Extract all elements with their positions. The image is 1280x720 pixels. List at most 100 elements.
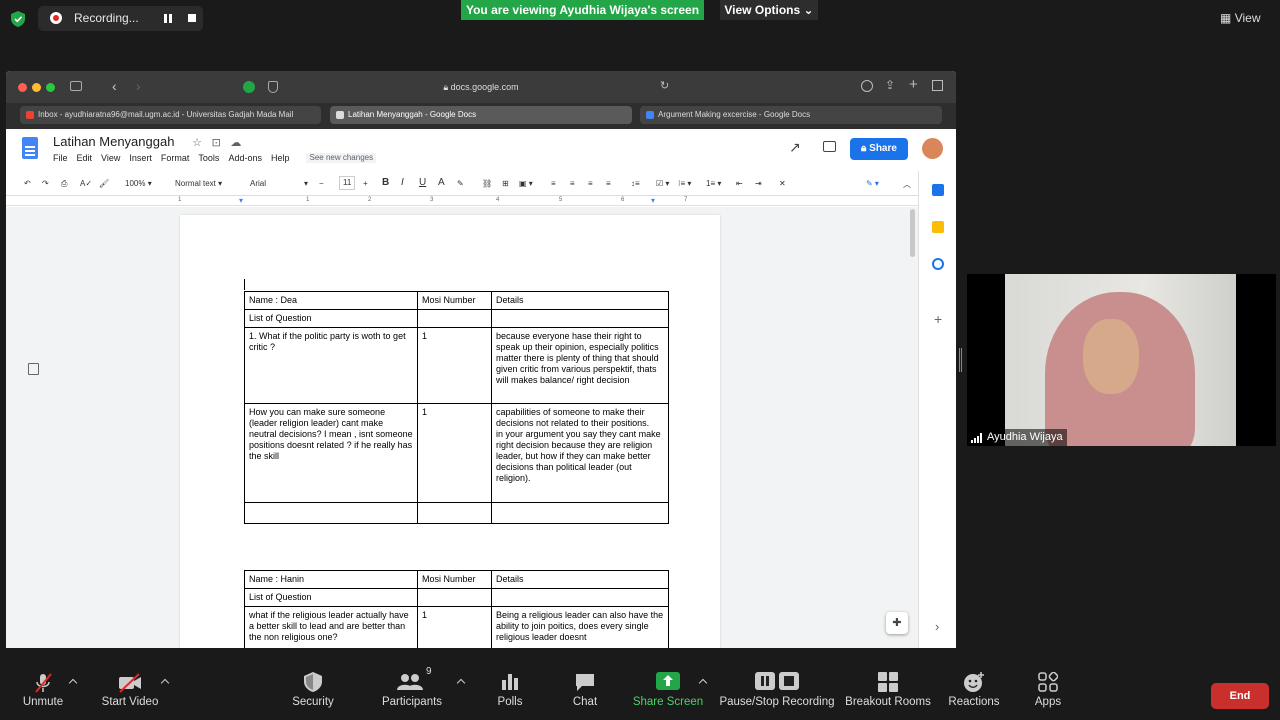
share-icon[interactable]: ⇪ [885,78,895,92]
back-icon[interactable]: ‹ [112,78,117,94]
decrease-font-size-button[interactable]: − [319,179,324,188]
indent-marker-icon[interactable]: ▾ [239,196,243,205]
underline-icon[interactable]: U [419,177,426,188]
table-cell[interactable]: Mosi Number [417,570,492,589]
align-left-icon[interactable]: ≡ [551,179,556,188]
table-cell[interactable]: Name : Hanin [244,570,418,589]
checklist-icon[interactable]: ☑ ▾ [656,179,669,188]
table-cell[interactable]: 1. What if the politic party is woth to … [244,327,418,404]
polls-button[interactable]: Polls [490,672,530,708]
document-page[interactable]: Name : Dea Mosi Number Details List of Q… [180,215,720,648]
privacy-shield-icon[interactable] [268,81,278,93]
new-tab-icon[interactable]: + [909,76,918,93]
font-size-input[interactable]: 11 [339,176,356,190]
collapse-toolbar-icon[interactable]: ︿ [903,179,911,190]
align-center-icon[interactable]: ≡ [570,179,575,188]
right-indent-marker-icon[interactable]: ▾ [651,196,655,205]
table-cell[interactable]: Mosi Number [417,291,492,310]
add-on-plus-icon[interactable]: + [934,311,942,327]
increase-font-size-button[interactable]: + [363,179,368,188]
docs-logo-icon[interactable] [22,137,38,159]
address-bar[interactable]: 🔒︎ docs.google.com [406,79,556,95]
table-cell[interactable]: 1 [417,403,492,503]
table-cell[interactable] [491,588,669,607]
document-outline-icon[interactable] [28,363,39,375]
comments-icon[interactable] [823,141,836,152]
table-cell[interactable]: 1 [417,327,492,404]
question-table-dea[interactable]: Name : Dea Mosi Number Details List of Q… [244,291,669,524]
start-video-button[interactable]: Start Video [98,672,162,708]
unmute-button[interactable]: Unmute [14,672,72,708]
share-button[interactable]: 🔒︎ Share [850,138,908,160]
vertical-scrollbar[interactable] [910,209,915,257]
clear-formatting-icon[interactable]: ✕ [779,179,786,188]
video-options-caret-icon[interactable] [160,678,170,688]
spellcheck-icon[interactable]: A✓ [80,179,92,188]
participants-button[interactable]: 9 Participants [380,666,444,708]
menu-edit[interactable]: Edit [77,153,93,163]
bullet-list-icon[interactable]: ⁝≡ ▾ [678,179,691,188]
table-cell[interactable] [417,502,492,524]
menu-insert[interactable]: Insert [129,153,152,163]
paint-format-icon[interactable]: 🖌︎ [99,179,109,188]
add-comment-icon[interactable]: ⊞ [502,179,509,188]
apps-button[interactable]: Apps [1028,671,1068,708]
table-cell[interactable] [491,309,669,328]
see-new-changes-link[interactable]: See new changes [306,153,377,163]
table-cell[interactable]: because everyone hase their right to spe… [491,327,669,404]
keep-icon[interactable] [932,221,944,233]
pause-stop-recording-button[interactable]: Pause/Stop Recording [718,672,836,708]
tasks-icon[interactable] [932,258,944,270]
table-cell[interactable]: List of Question [244,588,418,607]
undo-icon[interactable]: ↶ [24,179,31,188]
align-right-icon[interactable]: ≡ [588,179,593,188]
table-cell[interactable] [417,309,492,328]
sidebar-toggle-icon[interactable] [70,81,82,91]
view-options-button[interactable]: View Options ⌄ [720,0,818,20]
print-icon[interactable]: ⎙ [61,179,67,189]
star-icon[interactable]: ☆ [192,137,202,149]
zoom-select[interactable]: 100% ▾ [125,179,152,188]
share-screen-button[interactable]: Share Screen [632,672,704,708]
table-cell[interactable]: what if the religious leader actually ha… [244,606,418,648]
table-cell[interactable] [417,588,492,607]
redo-icon[interactable]: ↷ [42,179,49,188]
table-cell[interactable]: capabilities of someone to make their de… [491,403,669,503]
increase-indent-icon[interactable]: ⇥ [755,179,762,188]
font-select[interactable]: Arial [250,179,266,188]
breakout-rooms-button[interactable]: Breakout Rooms [844,672,932,708]
explore-icon[interactable]: ✚ [886,612,908,634]
menu-view[interactable]: View [101,153,120,163]
justify-icon[interactable]: ≡ [606,179,611,188]
menu-addons[interactable]: Add-ons [228,153,262,163]
browser-tab-argument[interactable]: Argument Making excercise - Google Docs [640,106,942,124]
table-cell[interactable]: Name : Dea [244,291,418,310]
question-table-hanin[interactable]: Name : Hanin Mosi Number Details List of… [244,570,669,648]
shield-icon[interactable] [11,11,25,27]
editing-mode-icon[interactable]: ✎ ▾ [866,179,879,188]
table-cell[interactable] [491,502,669,524]
chat-button[interactable]: Chat [566,672,604,708]
activity-trend-icon[interactable]: ↗ [789,139,801,156]
table-cell[interactable]: List of Question [244,309,418,328]
download-icon[interactable] [861,80,873,92]
numbered-list-icon[interactable]: 1≡ ▾ [706,179,721,188]
calendar-icon[interactable] [932,184,944,196]
table-cell[interactable]: Details [491,570,669,589]
extension-icon[interactable] [243,81,255,93]
table-cell[interactable] [244,502,418,524]
end-meeting-button[interactable]: End [1211,683,1269,709]
table-cell[interactable]: 1 [417,606,492,648]
menu-tools[interactable]: Tools [198,153,219,163]
link-icon[interactable]: ⛓︎ [482,179,492,188]
forward-icon[interactable]: › [136,78,141,94]
text-color-icon[interactable]: A [438,177,445,188]
style-select[interactable]: Normal text ▾ [175,179,222,188]
avatar[interactable] [922,138,943,159]
browser-tab-inbox[interactable]: Inbox - ayudhiaratna96@mail.ugm.ac.id - … [20,106,321,124]
decrease-indent-icon[interactable]: ⇤ [736,179,743,188]
minimize-window-icon[interactable] [32,83,41,92]
pause-icon[interactable] [164,14,172,23]
table-cell[interactable]: Being a religious leader can also have t… [491,606,669,648]
insert-image-icon[interactable]: ▣ ▾ [519,179,533,188]
